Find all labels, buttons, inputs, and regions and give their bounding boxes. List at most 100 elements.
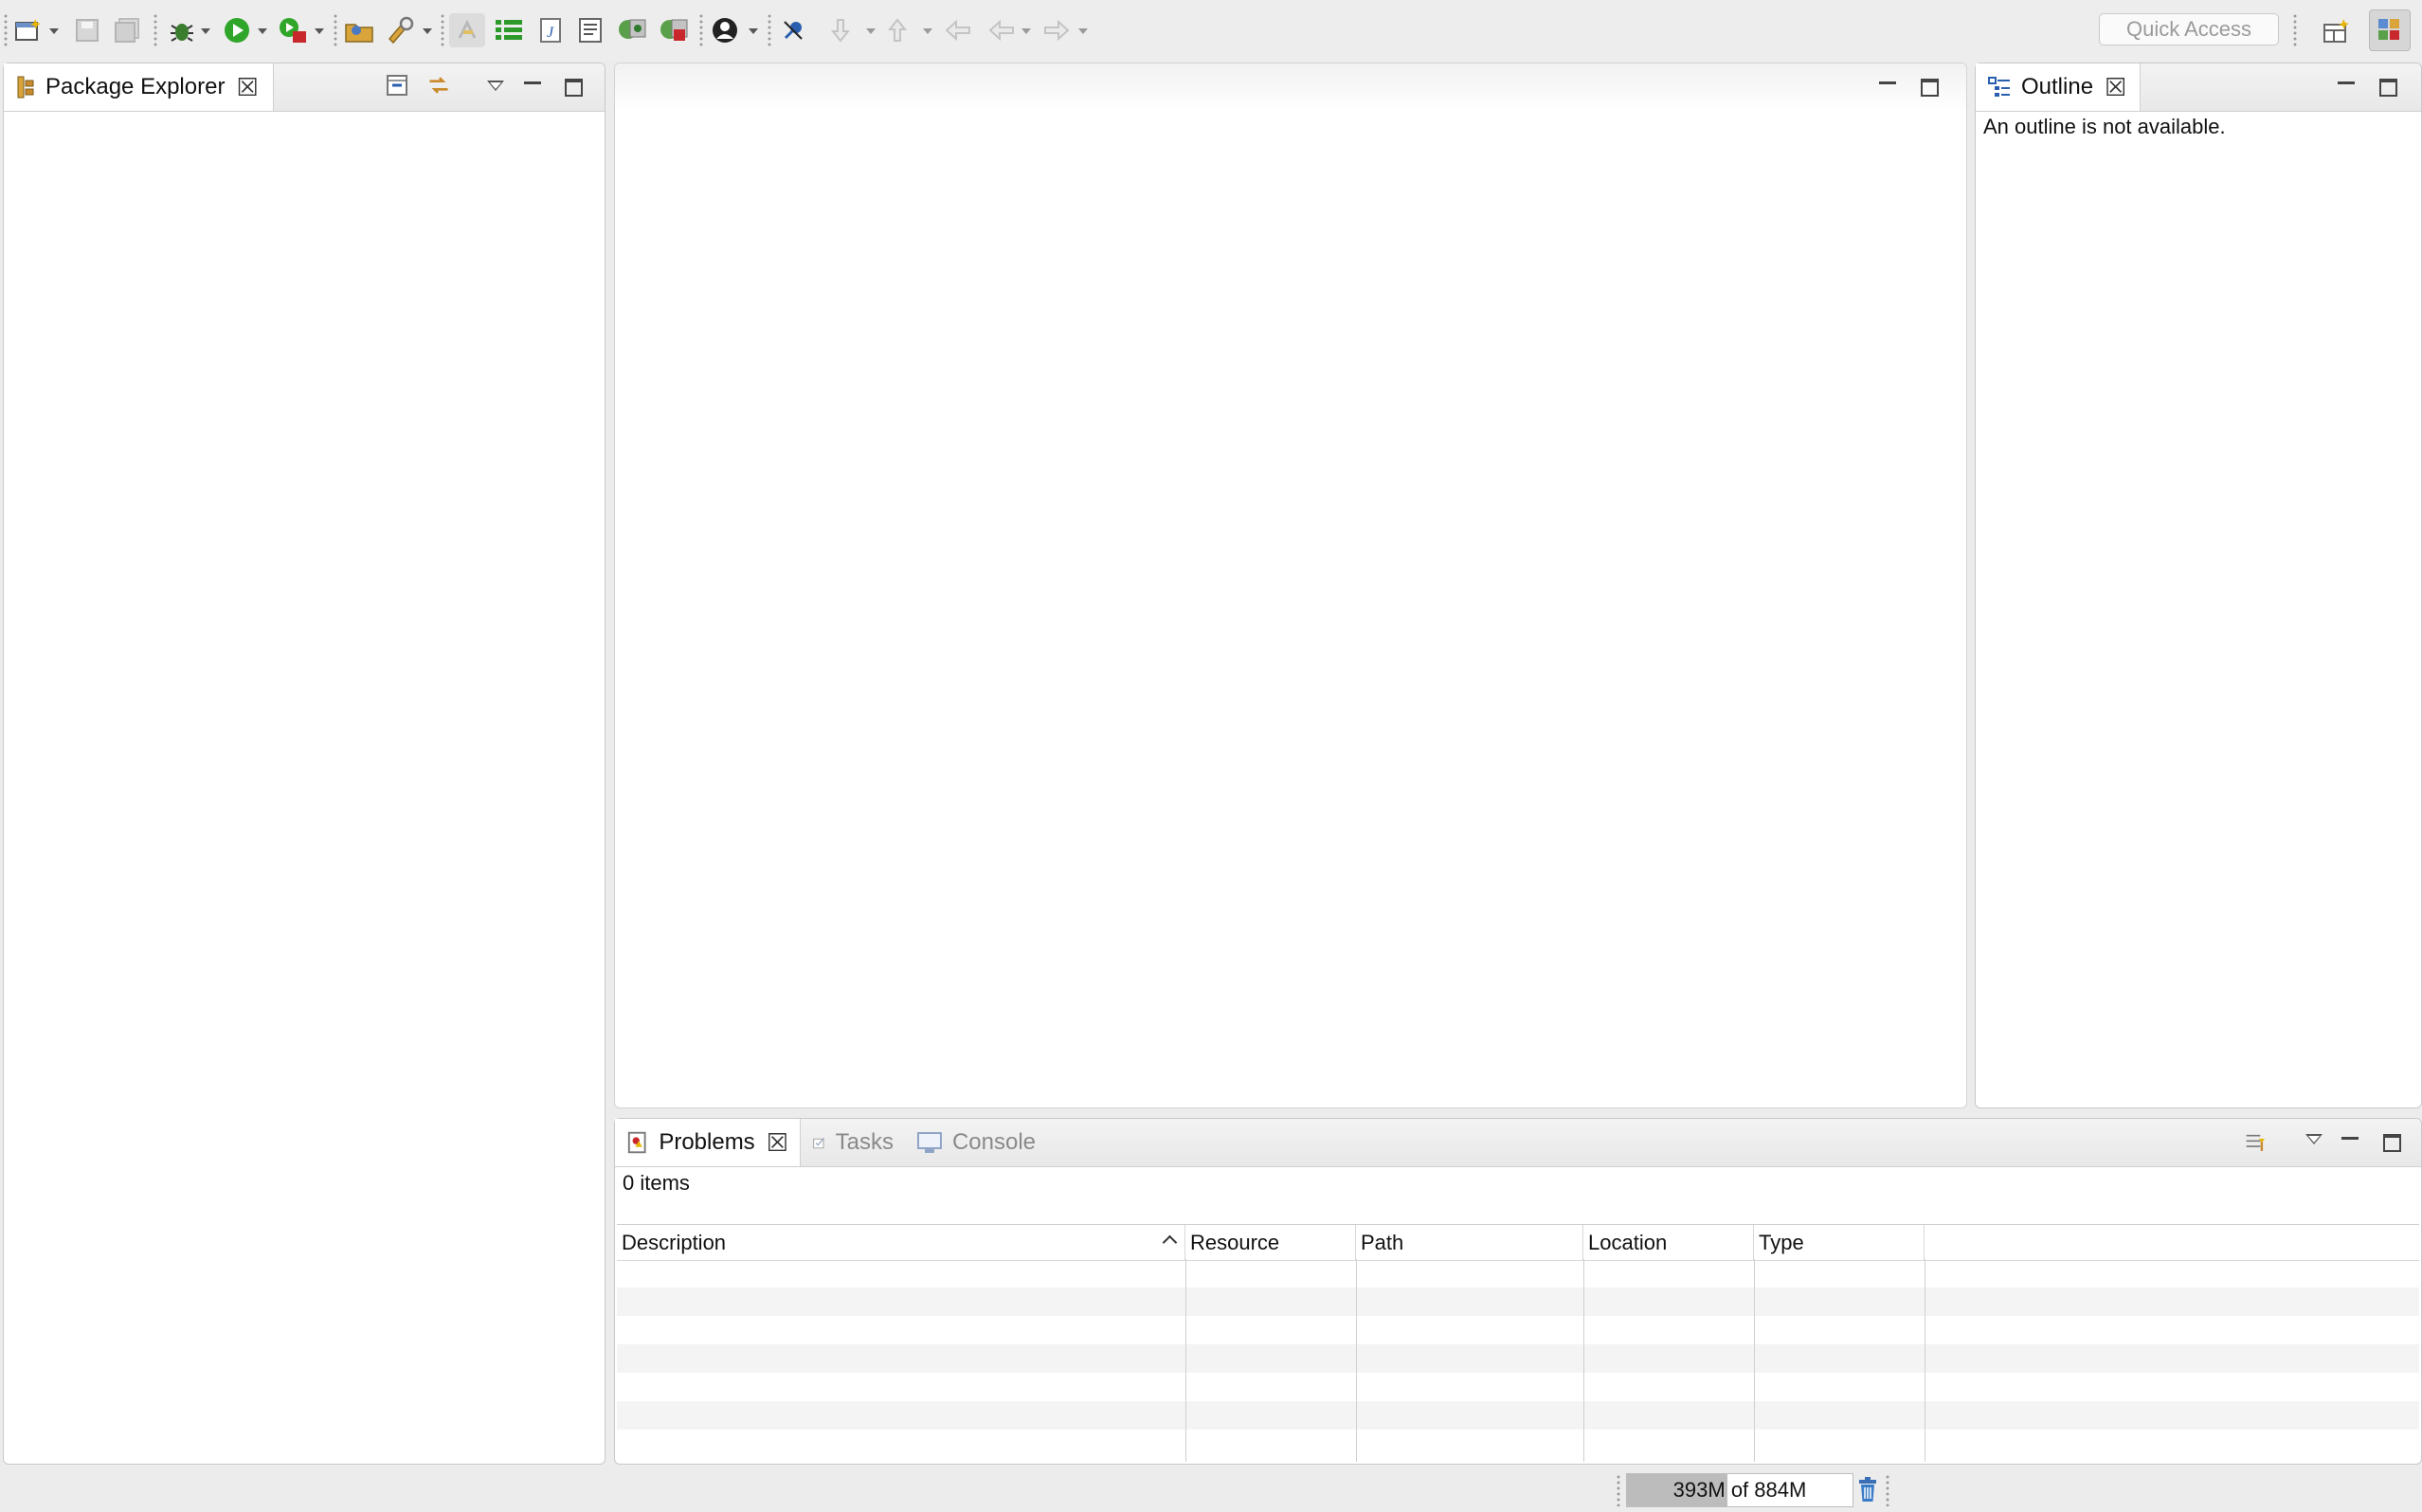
garbage-collect-icon[interactable]: [1853, 1474, 1882, 1506]
view-menu-icon[interactable]: [2302, 1126, 2326, 1151]
back-icon[interactable]: [985, 13, 1018, 47]
search-dropdown[interactable]: [423, 28, 432, 34]
tab-label: Console: [951, 1129, 1036, 1155]
toolbar-grip[interactable]: [4, 13, 8, 47]
filter-icon[interactable]: [2245, 1130, 2269, 1155]
editor-tabbar: [615, 63, 1966, 111]
main-toolbar: J: [0, 0, 2422, 61]
minimize-icon[interactable]: [2334, 73, 2359, 98]
column-header-location[interactable]: Location: [1583, 1225, 1754, 1260]
previous-annotation-dropdown[interactable]: [923, 28, 932, 34]
tab-package-explorer[interactable]: Package Explorer ☒: [4, 63, 274, 111]
collapse-all-icon[interactable]: [385, 73, 409, 98]
toggle-mark-occurrences-icon[interactable]: [449, 13, 485, 47]
close-icon[interactable]: ☒: [236, 75, 258, 99]
outline-icon: [1988, 77, 2010, 97]
close-icon[interactable]: ☒: [2105, 75, 2126, 99]
table-row: [617, 1287, 2419, 1316]
minimize-icon[interactable]: [2338, 1128, 2362, 1153]
tab-label: Tasks: [835, 1129, 894, 1155]
column-divider: [1185, 1259, 1186, 1462]
close-icon[interactable]: ☒: [767, 1130, 788, 1155]
run-external-tool-icon[interactable]: [277, 13, 309, 47]
run-dropdown[interactable]: [258, 28, 267, 34]
toolbar-grip[interactable]: [334, 13, 337, 47]
table-row: [617, 1401, 2419, 1430]
outline-message: An outline is not available.: [1983, 115, 2226, 138]
toolbar-grip[interactable]: [154, 13, 157, 47]
maximize-icon[interactable]: [2376, 75, 2400, 99]
table-row: [617, 1316, 2419, 1344]
quick-access-input[interactable]: [2099, 13, 2279, 45]
status-grip[interactable]: [1886, 1474, 1889, 1506]
toolbar-grip[interactable]: [699, 13, 703, 47]
back-dropdown[interactable]: [1021, 28, 1031, 34]
maximize-icon[interactable]: [561, 75, 586, 99]
toolbar-grip[interactable]: [2293, 13, 2297, 47]
column-label: Location: [1588, 1231, 1668, 1254]
column-divider: [1356, 1259, 1357, 1462]
minimize-icon[interactable]: [1875, 73, 1900, 98]
toggle-block-selection-icon[interactable]: [493, 13, 525, 47]
previous-annotation-icon[interactable]: [883, 13, 912, 47]
save-all-icon[interactable]: [112, 13, 142, 47]
link-with-editor-icon[interactable]: [426, 73, 451, 98]
pin-editor-icon[interactable]: [777, 13, 809, 47]
toolbar-grip[interactable]: [441, 13, 444, 47]
next-annotation-dropdown[interactable]: [866, 28, 876, 34]
toolbar-grip[interactable]: [768, 13, 771, 47]
package-explorer-tree[interactable]: [4, 111, 605, 1464]
save-icon[interactable]: [72, 13, 102, 47]
open-perspective-icon[interactable]: [2320, 13, 2354, 47]
column-header-resource[interactable]: Resource: [1185, 1225, 1356, 1260]
column-label: Resource: [1190, 1231, 1280, 1254]
next-annotation-icon[interactable]: [826, 13, 855, 47]
maximize-icon[interactable]: [1917, 75, 1942, 99]
tab-label: Problems: [659, 1129, 755, 1155]
outline-tabbar: Outline ☒: [1976, 63, 2421, 112]
column-header-path[interactable]: Path: [1356, 1225, 1583, 1260]
table-row: [617, 1259, 2419, 1287]
column-divider: [1754, 1259, 1755, 1462]
editor-area[interactable]: [614, 63, 1967, 1108]
tab-console[interactable]: Console: [905, 1119, 1047, 1166]
column-label: Description: [622, 1231, 727, 1254]
minimize-icon[interactable]: [520, 73, 545, 98]
tasks-icon: [813, 1137, 825, 1149]
search-icon[interactable]: [385, 13, 417, 47]
column-header-type[interactable]: Type: [1754, 1225, 1925, 1260]
package-explorer-panel: Package Explorer ☒: [3, 63, 606, 1465]
column-header-description[interactable]: Description: [617, 1225, 1185, 1260]
tab-outline[interactable]: Outline ☒: [1976, 63, 2141, 111]
new-package-icon[interactable]: [658, 13, 690, 47]
column-divider: [1583, 1259, 1584, 1462]
new-java-project-icon[interactable]: [616, 13, 648, 47]
show-whitespace-icon[interactable]: [576, 13, 605, 47]
profile-dropdown[interactable]: [749, 28, 758, 34]
forward-dropdown[interactable]: [1078, 28, 1088, 34]
java-perspective-icon[interactable]: [2369, 9, 2411, 51]
column-label: Type: [1759, 1231, 1804, 1254]
problems-panel: Problems ☒ Tasks Console 0 items Descrip…: [614, 1118, 2422, 1465]
new-wizard-icon[interactable]: [13, 13, 44, 47]
last-edit-location-icon[interactable]: [942, 13, 974, 47]
problems-table[interactable]: Description Resource Path Location Type: [617, 1224, 2419, 1462]
profile-icon[interactable]: [709, 13, 741, 47]
debug-icon[interactable]: [167, 13, 197, 47]
tab-tasks[interactable]: Tasks: [801, 1119, 905, 1166]
maximize-icon[interactable]: [2379, 1130, 2404, 1155]
sort-ascending-icon: [1162, 1234, 1178, 1251]
table-row: [617, 1430, 2419, 1458]
debug-dropdown[interactable]: [201, 28, 210, 34]
run-icon[interactable]: [222, 13, 252, 47]
heap-status[interactable]: 393M of 884M: [1626, 1473, 1853, 1507]
tab-problems[interactable]: Problems ☒: [615, 1119, 801, 1166]
toggle-word-wrap-icon[interactable]: J: [536, 13, 565, 47]
status-grip[interactable]: [1617, 1474, 1620, 1506]
run-external-tool-dropdown[interactable]: [315, 28, 324, 34]
new-wizard-dropdown[interactable]: [49, 28, 59, 34]
open-type-icon[interactable]: [343, 13, 375, 47]
view-menu-icon[interactable]: [483, 73, 508, 98]
tab-label: Package Explorer: [45, 74, 226, 99]
forward-icon[interactable]: [1040, 13, 1073, 47]
